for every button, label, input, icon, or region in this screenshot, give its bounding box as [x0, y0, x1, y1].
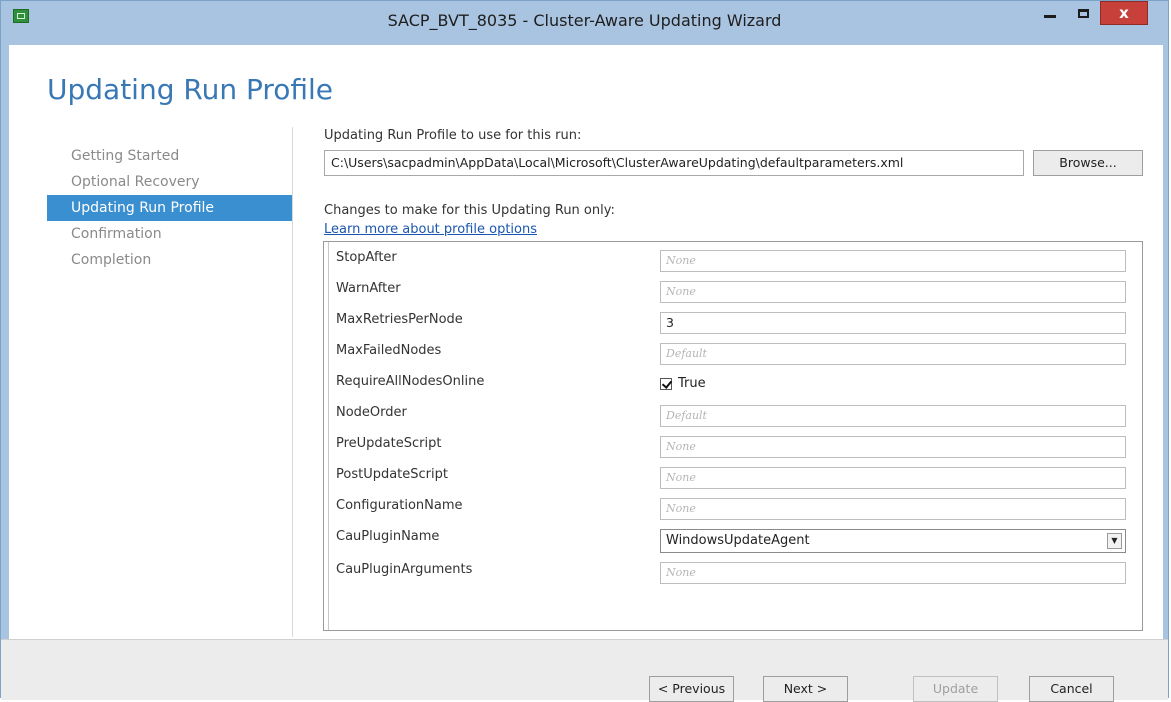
close-button[interactable]: x	[1100, 1, 1148, 25]
step-optional-recovery[interactable]: Optional Recovery	[47, 169, 292, 195]
maximize-icon	[1077, 8, 1089, 18]
wizard-content: Updating Run Profile Getting Started Opt…	[9, 45, 1163, 639]
preupdatescript-input[interactable]: None	[660, 436, 1126, 458]
stopafter-input[interactable]: None	[660, 250, 1126, 272]
wizard-steps: Getting Started Optional Recovery Updati…	[47, 143, 292, 273]
param-name: StopAfter	[336, 250, 397, 265]
param-row-preupdatescript: PreUpdateScript None	[324, 430, 1142, 461]
previous-button[interactable]: < Previous	[649, 676, 734, 702]
param-name: NodeOrder	[336, 405, 407, 420]
cancel-button[interactable]: Cancel	[1029, 676, 1114, 702]
configurationname-input[interactable]: None	[660, 498, 1126, 520]
param-name: MaxFailedNodes	[336, 343, 442, 358]
param-name: CauPluginName	[336, 529, 440, 544]
wizard-window: SACP_BVT_8035 - Cluster-Aware Updating W…	[0, 0, 1169, 702]
profile-path-input[interactable]: C:\Users\sacpadmin\AppData\Local\Microso…	[324, 150, 1024, 176]
param-name: MaxRetriesPerNode	[336, 312, 463, 327]
warnafter-input[interactable]: None	[660, 281, 1126, 303]
param-row-caupluginname: CauPluginName WindowsUpdateAgent ▼	[324, 523, 1142, 554]
title-bar: SACP_BVT_8035 - Cluster-Aware Updating W…	[1, 1, 1168, 45]
nodeorder-input[interactable]: Default	[660, 405, 1126, 427]
step-completion[interactable]: Completion	[47, 247, 292, 273]
page-title: Updating Run Profile	[47, 73, 334, 106]
next-button[interactable]: Next >	[763, 676, 848, 702]
param-row-requireallnodesonline: RequireAllNodesOnline True	[324, 368, 1142, 399]
param-row-configurationname: ConfigurationName None	[324, 492, 1142, 523]
param-row-nodeorder: NodeOrder Default	[324, 399, 1142, 430]
postupdatescript-input[interactable]: None	[660, 467, 1126, 489]
param-row-maxfailednodes: MaxFailedNodes Default	[324, 337, 1142, 368]
maxretriespernode-input[interactable]: 3	[660, 312, 1126, 334]
learn-more-link[interactable]: Learn more about profile options	[324, 222, 537, 237]
maximize-button[interactable]	[1067, 1, 1099, 25]
steps-divider	[292, 127, 293, 637]
param-row-warnafter: WarnAfter None	[324, 275, 1142, 306]
wizard-footer: < Previous Next > Update Cancel	[1, 639, 1168, 702]
param-name: PostUpdateScript	[336, 467, 448, 482]
profile-label: Updating Run Profile to use for this run…	[324, 128, 582, 143]
browse-button[interactable]: Browse...	[1033, 150, 1143, 176]
param-name: ConfigurationName	[336, 498, 463, 513]
step-updating-run-profile[interactable]: Updating Run Profile	[47, 195, 292, 221]
minimize-button[interactable]	[1034, 1, 1066, 25]
caupluginname-select[interactable]: WindowsUpdateAgent ▼	[660, 529, 1126, 553]
caupluginarguments-input[interactable]: None	[660, 562, 1126, 584]
param-name: PreUpdateScript	[336, 436, 442, 451]
update-button[interactable]: Update	[913, 676, 998, 702]
param-row-postupdatescript: PostUpdateScript None	[324, 461, 1142, 492]
minimize-icon	[1044, 14, 1056, 18]
param-row-caupluginarguments: CauPluginArguments None	[324, 556, 1142, 587]
step-confirmation[interactable]: Confirmation	[47, 221, 292, 247]
param-name: RequireAllNodesOnline	[336, 374, 485, 389]
param-name: WarnAfter	[336, 281, 401, 296]
maxfailednodes-input[interactable]: Default	[660, 343, 1126, 365]
checkbox-label: True	[678, 376, 706, 391]
checkmark-icon	[660, 377, 672, 390]
param-row-maxretriespernode: MaxRetriesPerNode 3	[324, 306, 1142, 337]
param-row-stopafter: StopAfter None	[324, 244, 1142, 275]
close-icon: x	[1119, 3, 1129, 22]
window-title: SACP_BVT_8035 - Cluster-Aware Updating W…	[387, 11, 782, 30]
param-name: CauPluginArguments	[336, 562, 473, 577]
step-getting-started[interactable]: Getting Started	[47, 143, 292, 169]
parameters-list: StopAfter None WarnAfter None MaxRetries…	[323, 241, 1143, 631]
select-value: WindowsUpdateAgent	[666, 533, 810, 548]
dropdown-arrow-icon[interactable]: ▼	[1107, 533, 1122, 549]
changes-label: Changes to make for this Updating Run on…	[324, 203, 615, 218]
requireallnodesonline-checkbox[interactable]: True	[660, 376, 706, 391]
